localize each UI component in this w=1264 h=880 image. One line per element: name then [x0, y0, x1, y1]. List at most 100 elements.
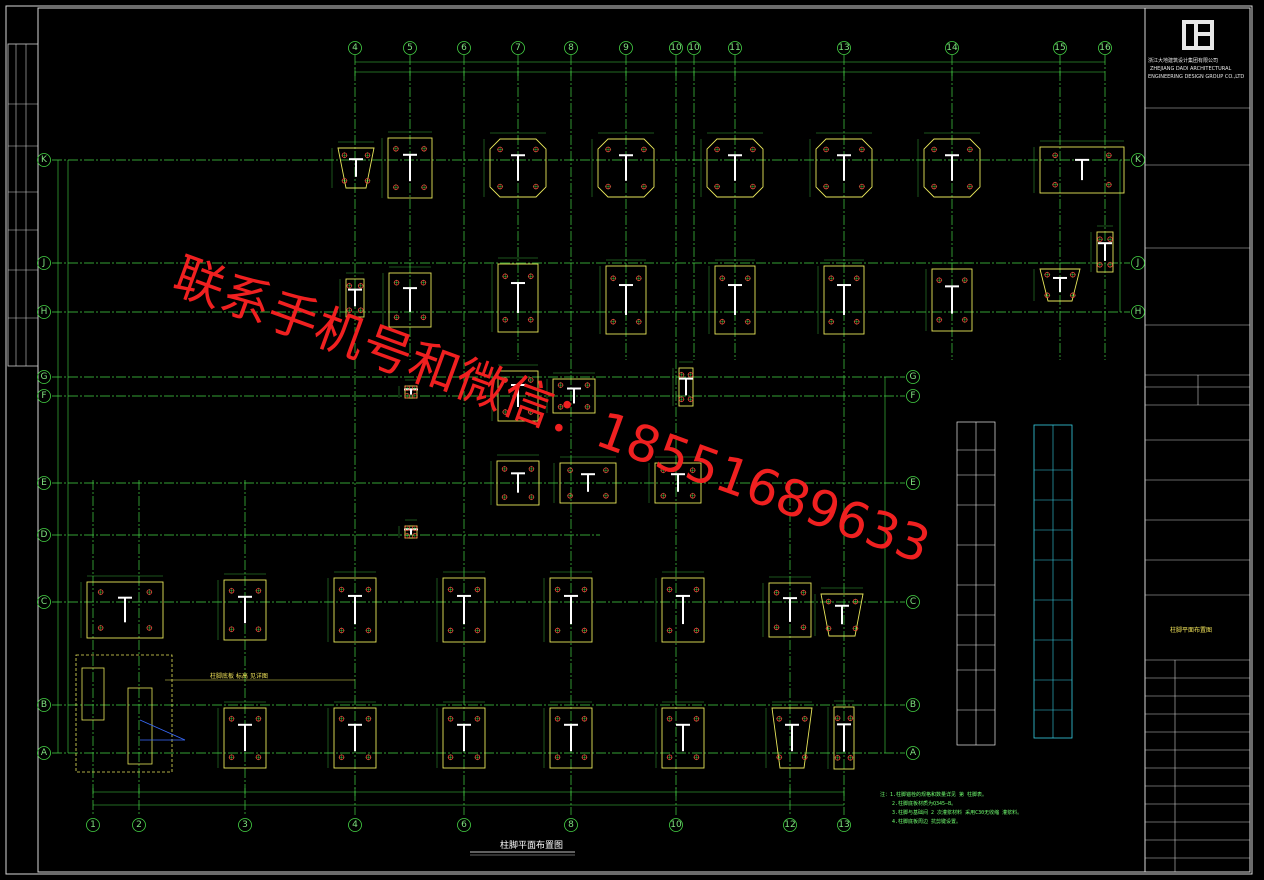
- base-plate-10: [491, 257, 539, 333]
- anchor-bolt-table-1: [956, 421, 996, 746]
- base-plate-13: [817, 259, 865, 335]
- anchor-bolt-icon: [581, 586, 588, 593]
- anchor-bolt-icon: [364, 152, 371, 159]
- project-title-cell: 柱脚平面布置图: [1170, 626, 1212, 634]
- anchor-bolt-icon: [605, 183, 612, 190]
- anchor-bolt-icon: [474, 627, 481, 634]
- anchor-bolt-icon: [346, 282, 353, 289]
- grid-bubbles-top: 4 5 6 7 8 9 10 10 11 13 14 15 16: [348, 41, 1112, 55]
- anchor-bolt-icon: [146, 589, 153, 596]
- title-block: 浙江大地建筑设计集团有限公司 ZHEJIANG DADI ARCHITECTUR…: [1144, 7, 1251, 873]
- anchor-bolt-icon: [532, 183, 539, 190]
- grid-bubble-top-8-label: 11: [729, 43, 740, 53]
- company-logo-icon: [1182, 20, 1214, 50]
- anchor-bolt-icon: [365, 715, 372, 722]
- anchor-bolt-icon: [528, 465, 535, 472]
- grid-bubble-top-9-label: 13: [838, 43, 849, 53]
- base-plate-38: [765, 701, 813, 769]
- anchor-bolt-icon: [392, 145, 399, 152]
- anchor-bolt-icon: [1044, 292, 1051, 299]
- base-plate-34: [327, 701, 377, 769]
- anchor-bolt-icon: [961, 316, 968, 323]
- grid-bubble-top-4-label: 8: [568, 43, 574, 53]
- grid-bubble-right-3: G: [906, 370, 920, 384]
- grid-bubble-left-9-label: A: [41, 748, 48, 758]
- company-name-en-1: ZHEJIANG DADI ARCHITECTURAL: [1150, 66, 1231, 72]
- anchor-bolt-icon: [823, 146, 830, 153]
- anchor-bolt-icon: [532, 146, 539, 153]
- grid-bubble-right-8: A: [906, 746, 920, 760]
- anchor-bolt-icon: [97, 624, 104, 631]
- grid-bubble-bottom-6: 10: [669, 818, 683, 832]
- grid-bubble-left-1-label: J: [42, 258, 46, 268]
- anchor-bolt-icon: [744, 275, 751, 282]
- base-plate-2: [483, 132, 547, 198]
- anchor-bolt-icon: [228, 626, 235, 633]
- base-plate-15: [1033, 262, 1081, 302]
- grid-bubble-bottom-5-label: 8: [568, 820, 574, 830]
- base-plate-12: [708, 259, 756, 335]
- anchor-bolt-icon: [228, 754, 235, 761]
- anchor-bolt-icon: [255, 626, 262, 633]
- anchor-bolt-icon: [474, 715, 481, 722]
- grid-bubble-left-5: E: [37, 476, 51, 490]
- grid-bubble-right-0: K: [1131, 153, 1145, 167]
- anchor-bolt-icon: [749, 183, 756, 190]
- anchor-bolt-icon: [853, 275, 860, 282]
- base-plate-33: [217, 701, 267, 769]
- anchor-bolt-icon: [1105, 181, 1112, 188]
- grid-bubble-bottom-8: 13: [837, 818, 851, 832]
- note-1: 注：1.柱脚锚栓的规格和数量详见 第 柱脚表。: [880, 791, 987, 798]
- grid-bubbles-left: K J H GF E D C B A: [37, 153, 51, 760]
- base-plate-28: [436, 571, 486, 643]
- anchor-bolt-icon: [447, 715, 454, 722]
- grid-bubble-right-0-label: K: [1135, 155, 1142, 165]
- grid-bubble-right-8-label: A: [910, 748, 917, 758]
- anchor-bolt-icon: [635, 318, 642, 325]
- anchor-bolt-icon: [392, 184, 399, 191]
- anchor-bolt-icon: [800, 624, 807, 631]
- grid-bubble-left-2-label: H: [41, 307, 48, 317]
- grid-bubble-top-10: 14: [945, 41, 959, 55]
- anchor-bolt-icon: [931, 183, 938, 190]
- anchor-bolt-icon: [393, 314, 400, 321]
- grid-bubble-top-12-label: 16: [1099, 43, 1111, 53]
- grid-bubble-left-8: B: [37, 698, 51, 712]
- anchor-bolt-icon: [501, 465, 508, 472]
- anchor-bolt-icon: [341, 152, 348, 159]
- anchor-bolt-icon: [554, 715, 561, 722]
- anchor-bolt-icon: [581, 754, 588, 761]
- grid-bubble-top-11: 15: [1053, 41, 1067, 55]
- anchor-bolt-icon: [773, 624, 780, 631]
- grid-bubble-bottom-6-label: 10: [670, 820, 682, 830]
- base-plate-27: [327, 571, 377, 643]
- anchor-bolt-icon: [97, 589, 104, 596]
- anchor-bolt-icon: [228, 587, 235, 594]
- grid-bubble-right-5-label: E: [910, 478, 916, 488]
- base-plate-14: [925, 262, 973, 332]
- anchor-bolt-icon: [823, 183, 830, 190]
- base-plate-3: [591, 132, 655, 198]
- grid-bubble-top-7-label: 10: [688, 43, 700, 53]
- grid-bubble-top-8: 11: [728, 41, 742, 55]
- grid-bubble-top-3-label: 7: [515, 43, 521, 53]
- cad-drawing-canvas[interactable]: 浙江大地建筑设计集团有限公司 ZHEJIANG DADI ARCHITECTUR…: [0, 0, 1264, 880]
- anchor-bolt-icon: [852, 598, 859, 605]
- anchor-bolt-icon: [567, 467, 574, 474]
- anchor-bolt-icon: [501, 494, 508, 501]
- anchor-bolt-icon: [357, 282, 364, 289]
- anchor-bolt-icon: [554, 754, 561, 761]
- anchor-bolt-icon: [828, 318, 835, 325]
- anchor-bolt-icon: [228, 715, 235, 722]
- anchor-bolt-icon: [474, 754, 481, 761]
- anchor-bolt-icon: [847, 715, 854, 722]
- grid-bubble-top-4: 8: [564, 41, 578, 55]
- grid-bubble-top-5-label: 9: [623, 43, 629, 53]
- grid-bubble-top-10-label: 14: [946, 43, 958, 53]
- grid-bubble-right-6: C: [906, 595, 920, 609]
- grid-bubble-top-7: 10: [687, 41, 701, 55]
- anchor-bolt-icon: [825, 598, 832, 605]
- anchor-bolt-icon: [255, 587, 262, 594]
- grid-bubble-right-1-label: J: [1136, 258, 1140, 268]
- anchor-bolt-icon: [693, 627, 700, 634]
